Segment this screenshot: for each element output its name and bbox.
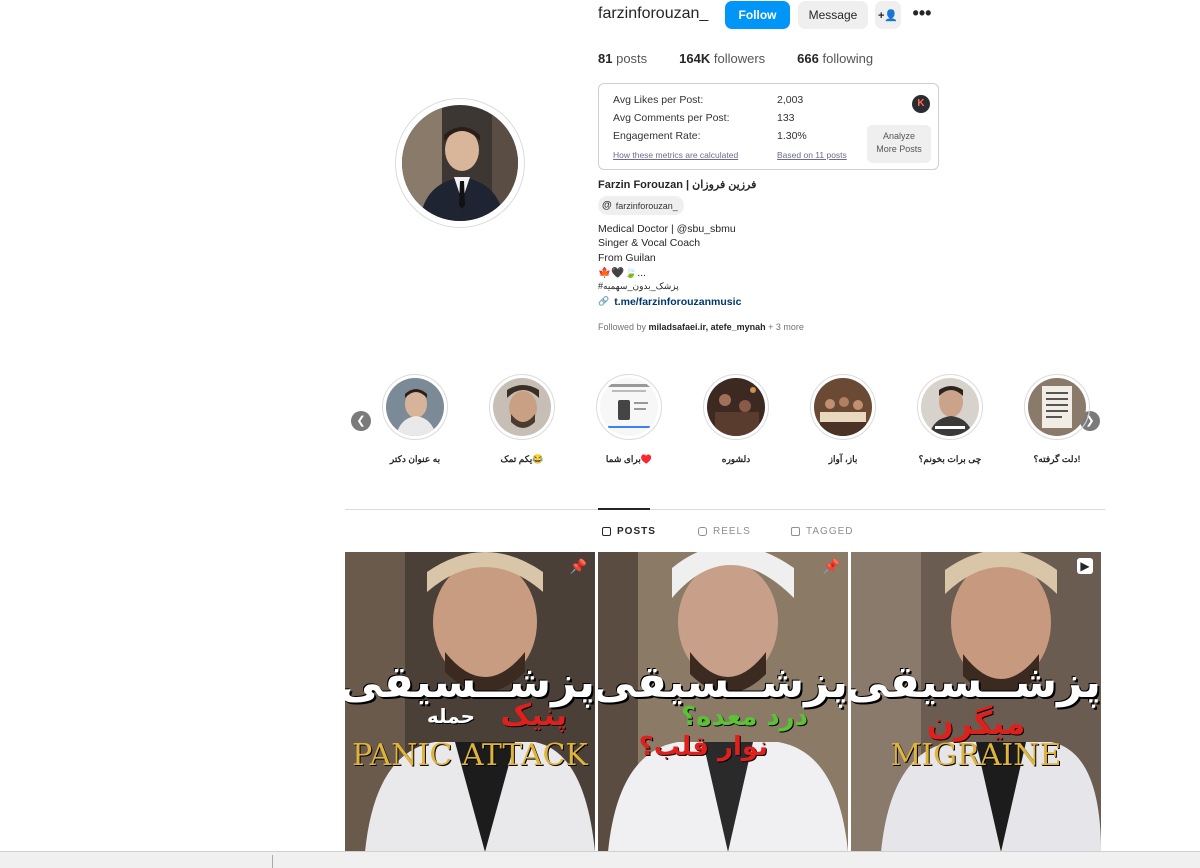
avatar[interactable] bbox=[402, 105, 518, 221]
threads-icon: @ bbox=[602, 200, 612, 211]
highlight-label: دلت گرفته؟! bbox=[1033, 454, 1081, 464]
reel-icon: ▶ bbox=[1077, 558, 1093, 574]
highlight-item[interactable]: برای شما♥️ bbox=[579, 374, 679, 465]
bio-line: Medical Doctor | @sbu_sbmu bbox=[598, 223, 736, 235]
highlight-label: به عنوان دکتر bbox=[389, 454, 441, 464]
engagement-rate-value: 1.30% bbox=[777, 130, 807, 142]
highlight-item[interactable]: چی برات بخونم؟ bbox=[900, 374, 1000, 465]
tab-reels[interactable]: REELS bbox=[698, 526, 751, 537]
tab-posts[interactable]: POSTS bbox=[602, 526, 656, 537]
highlight-label: باز، آواز bbox=[828, 454, 858, 464]
highlight-item[interactable]: یکم تمک😂 bbox=[472, 374, 572, 465]
post-title: پزشــسیقی bbox=[598, 657, 848, 708]
bio-external-link[interactable]: 🔗 t.me/farzinforouzanmusic bbox=[598, 296, 741, 308]
highlight-item[interactable]: به عنوان دکتر bbox=[365, 374, 465, 465]
post-subtitle-highlight: پنیک bbox=[500, 698, 567, 733]
bio-line: 🍁🖤🍃... bbox=[598, 267, 646, 279]
profile-username: farzinforouzan_ bbox=[598, 5, 709, 22]
post-thumbnail[interactable]: ▶ پزشــسیقی میگرن MIGRAINE bbox=[851, 552, 1101, 852]
highlight-item[interactable]: دلشوره bbox=[686, 374, 786, 465]
message-button[interactable]: Message bbox=[798, 1, 868, 29]
grid-icon bbox=[602, 527, 611, 536]
avg-likes-value: 2,003 bbox=[777, 94, 804, 106]
reels-icon bbox=[698, 527, 707, 536]
post-subtitle: درد معده؟ bbox=[681, 702, 808, 732]
highlight-item[interactable]: باز، آواز bbox=[793, 374, 893, 465]
post-subtitle-highlight: میگرن bbox=[926, 704, 1026, 742]
posts-count: 81 posts bbox=[598, 51, 648, 66]
following-count[interactable]: 666 following bbox=[797, 51, 873, 66]
extension-logo-icon: K bbox=[912, 95, 930, 113]
tagged-icon bbox=[791, 527, 800, 536]
highlight-label: چی برات بخونم؟ bbox=[918, 454, 982, 464]
highlight-item[interactable]: دلت گرفته؟! bbox=[1007, 374, 1107, 465]
post-subtitle-highlight: نوار قلب؟ bbox=[638, 732, 768, 762]
bio-line: From Guilan bbox=[598, 252, 656, 264]
post-english-caption: MIGRAINE bbox=[890, 738, 1062, 773]
follow-button[interactable]: Follow bbox=[725, 1, 790, 29]
post-thumbnail[interactable]: 📌 پزشــسیقی درد معده؟ نوار قلب؟ bbox=[598, 552, 848, 852]
threads-badge[interactable]: @ farzinforouzan_ bbox=[598, 196, 684, 215]
avg-comments-value: 133 bbox=[777, 112, 795, 124]
profile-stats: 81 posts 164K followers 666 following bbox=[598, 51, 873, 66]
analyze-more-posts-button[interactable]: Analyze More Posts bbox=[867, 125, 931, 163]
tabs-divider bbox=[345, 509, 1105, 510]
highlight-label: برای شما♥️ bbox=[605, 454, 653, 464]
engagement-rate-label: Engagement Rate: bbox=[613, 130, 701, 142]
engagement-metrics-panel: Avg Likes per Post: 2,003 Avg Comments p… bbox=[598, 83, 939, 170]
bio-line: Singer & Vocal Coach bbox=[598, 237, 701, 249]
followed-by-text[interactable]: Followed by miladsafaei.ir, atefe_mynah … bbox=[598, 322, 804, 332]
pinned-icon: 📌 bbox=[822, 558, 840, 574]
post-thumbnail[interactable]: 📌 پزشــسیقی حمله پنیک PANIC ATTACK bbox=[345, 552, 595, 852]
bio-hashtag[interactable]: #پزشک_بدون_سهمیه bbox=[598, 281, 679, 292]
avg-likes-label: Avg Likes per Post: bbox=[613, 94, 704, 106]
based-on-posts-link[interactable]: Based on 11 posts bbox=[777, 150, 847, 160]
add-user-icon[interactable]: +👤 bbox=[875, 1, 901, 29]
link-icon: 🔗 bbox=[598, 296, 610, 306]
threads-handle: farzinforouzan_ bbox=[615, 200, 678, 211]
highlight-label: دلشوره bbox=[721, 454, 751, 464]
tab-tagged[interactable]: TAGGED bbox=[791, 526, 853, 537]
post-subtitle: حمله bbox=[426, 704, 475, 728]
profile-avatar-ring[interactable] bbox=[395, 98, 525, 228]
avg-comments-label: Avg Comments per Post: bbox=[613, 112, 730, 124]
bottom-divider bbox=[272, 855, 273, 868]
profile-full-name: Farzin Forouzan | فرزین فروزان bbox=[598, 179, 757, 191]
calc-info-link[interactable]: How these metrics are calculated bbox=[613, 150, 738, 160]
post-title: پزشــسیقی bbox=[851, 657, 1101, 708]
post-english-caption: PANIC ATTACK bbox=[352, 738, 588, 773]
more-options-icon[interactable]: ••• bbox=[910, 4, 934, 26]
followers-count[interactable]: 164K followers bbox=[679, 51, 765, 66]
pinned-icon: 📌 bbox=[569, 558, 587, 574]
active-tab-indicator bbox=[598, 508, 650, 510]
browser-bottom-bar bbox=[0, 851, 1200, 868]
highlight-label: یکم تمک😂 bbox=[500, 454, 544, 464]
